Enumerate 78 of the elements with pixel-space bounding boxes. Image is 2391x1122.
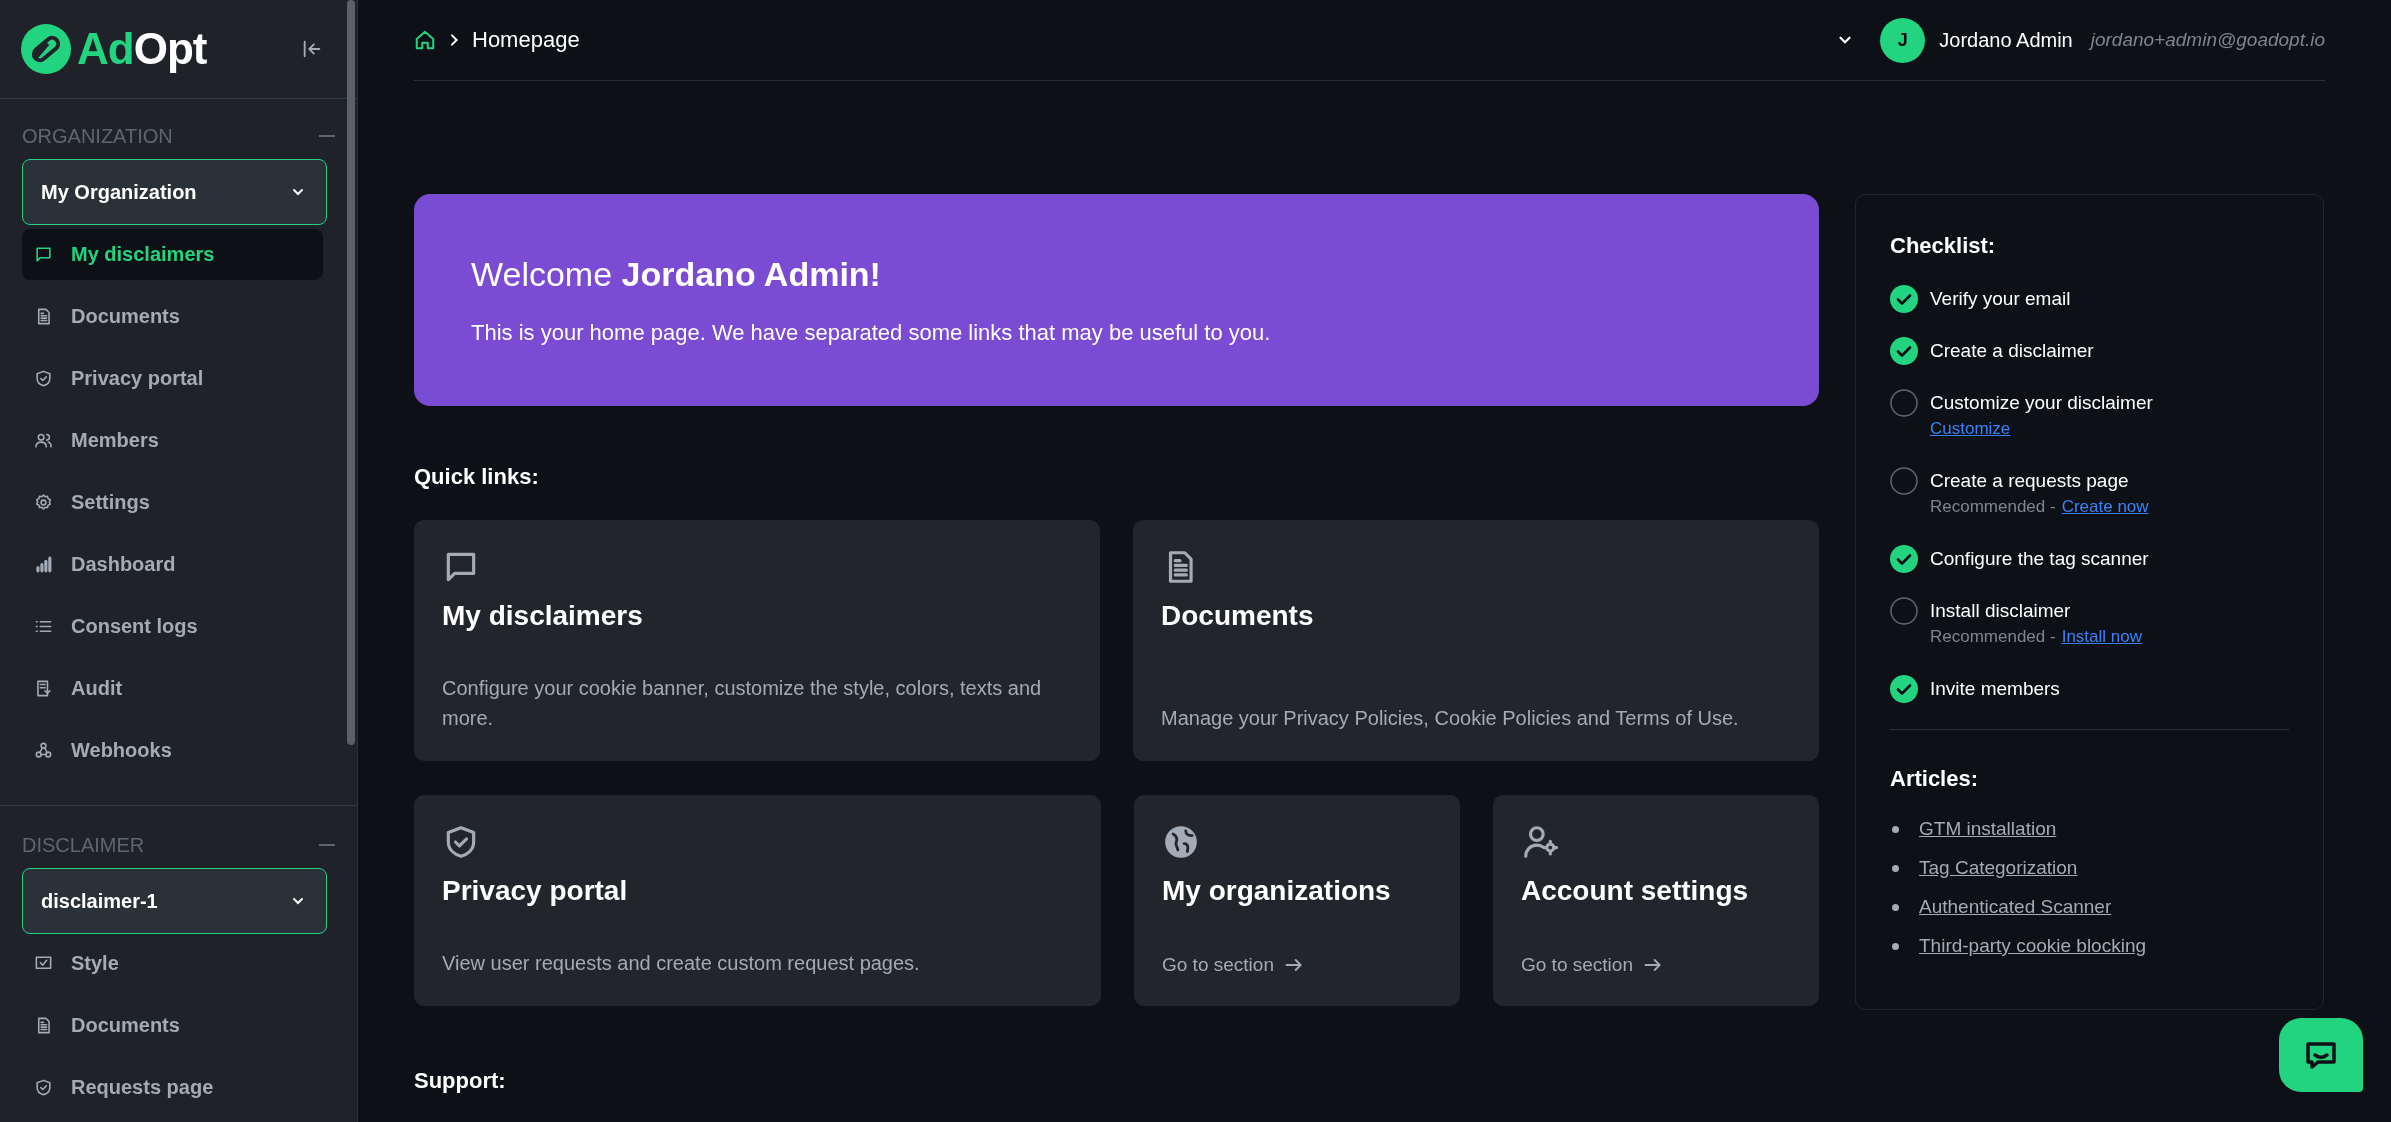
bullet-icon <box>1892 942 1899 950</box>
collapse-sidebar-icon[interactable] <box>301 38 323 60</box>
checklist-link[interactable]: Create now <box>2061 497 2149 517</box>
welcome-text: This is your home page. We have separated some links that may be useful to you. <box>471 320 1272 346</box>
user-name: Jordano Admin <box>1939 28 2073 52</box>
article-link[interactable]: Tag Categorization <box>1919 857 2078 879</box>
go-to-section-link[interactable]: Go to section <box>1162 954 1304 978</box>
logo-text: AdOpt <box>77 24 207 74</box>
user-email: jordano+admin@goadopt.io <box>2090 29 2325 51</box>
section-heading: Support: <box>414 1068 507 1094</box>
article-link[interactable]: Authenticated Scanner <box>1919 896 2112 918</box>
sidebar-item[interactable]: Style <box>22 938 323 989</box>
checklist-item: Invite members <box>1930 677 2060 701</box>
sidebar-item[interactable]: Dashboard <box>22 539 323 590</box>
checklist-item: Customize your disclaimer <box>1930 391 2153 415</box>
logo-icon <box>21 24 71 74</box>
card-title: My organizations <box>1162 875 1392 907</box>
checklist-item: Create a disclaimer <box>1930 339 2094 363</box>
users-icon <box>34 431 53 450</box>
recommended-note: Recommended - <box>1930 627 2056 647</box>
link-card[interactable]: Documents Manage your Privacy Policies, Cookie Policies and Terms of Use. <box>1133 520 1819 761</box>
card-title: Account settings <box>1521 875 1750 907</box>
checklist-link[interactable]: Customize <box>1930 419 2011 439</box>
globe-icon <box>1162 823 1200 861</box>
gear-icon <box>34 493 53 512</box>
card-title: Documents <box>1161 600 1315 632</box>
card-title: My disclaimers <box>442 600 644 632</box>
checklist-item: Configure the tag scanner <box>1930 547 2149 571</box>
report-icon <box>34 679 53 698</box>
link-card[interactable]: My organizations Go to section <box>1134 795 1460 1006</box>
home-icon[interactable] <box>414 29 436 51</box>
bar-chart-icon <box>34 555 53 574</box>
recommended-note: Recommended - <box>1930 497 2056 517</box>
sidebar-item[interactable]: Requests page <box>22 1062 323 1113</box>
card-title: Privacy portal <box>442 875 629 907</box>
sidebar-item[interactable]: Webhooks <box>22 725 323 776</box>
checklist-item: Install disclaimer <box>1930 599 2072 623</box>
sidebar-item[interactable]: Privacy portal <box>22 353 323 404</box>
sidebar-item[interactable]: Settings <box>22 477 323 528</box>
webhook-icon <box>34 741 53 760</box>
breadcrumb-current: Homepage <box>472 27 580 53</box>
bullet-icon <box>1892 825 1899 833</box>
card-description: Configure your cookie banner, customize the style, colors, texts and more. <box>442 676 1042 731</box>
section-title: ORGANIZATION <box>22 124 173 148</box>
shield-check-icon <box>34 1078 53 1097</box>
panel-heading: Articles: <box>1890 766 1980 792</box>
link-card[interactable]: Privacy portal View user requests and create custom request pages. <box>414 795 1101 1006</box>
shield-check-icon <box>34 369 53 388</box>
checklist-item: Create a requests page <box>1930 469 2130 493</box>
checklist-link[interactable]: Install now <box>2061 627 2142 647</box>
sidebar-item[interactable]: Documents <box>22 291 323 342</box>
card-description: View user requests and create custom request pages. <box>442 951 921 976</box>
article-link[interactable]: GTM installation <box>1919 818 2057 840</box>
checklist-item: Verify your email <box>1930 287 2071 311</box>
bullet-icon <box>1892 903 1899 911</box>
select-dropdown[interactable]: My Organization <box>22 159 327 225</box>
section-heading: Quick links: <box>414 464 540 490</box>
welcome-title: Welcome Jordano Admin! <box>471 255 882 294</box>
chat-icon <box>34 245 53 264</box>
chat-button[interactable] <box>2279 1018 2363 1092</box>
link-card[interactable]: My disclaimers Configure your cookie banner, customize the style, colors, texts and more. <box>414 520 1100 761</box>
sidebar-item[interactable]: Documents <box>22 1000 323 1051</box>
sidebar-item[interactable]: My disclaimers <box>22 229 323 280</box>
section-title: DISCLAIMER <box>22 833 145 857</box>
go-to-section-link[interactable]: Go to section <box>1521 954 1663 978</box>
article-link[interactable]: Third-party cookie blocking <box>1919 935 2147 957</box>
scrollbar-thumb[interactable] <box>347 0 355 745</box>
chat-bubble-icon <box>2304 1040 2338 1070</box>
link-card[interactable]: Account settings Go to section <box>1493 795 1819 1006</box>
select-dropdown[interactable]: disclaimer-1 <box>22 868 327 934</box>
bullet-icon <box>1892 864 1899 872</box>
card-description: Manage your Privacy Policies, Cookie Policies and Terms of Use. <box>1161 706 1740 731</box>
sidebar-item[interactable]: Consent logs <box>22 601 323 652</box>
user-avatar[interactable]: J <box>1880 17 1926 63</box>
panel-heading: Checklist: <box>1890 233 1997 259</box>
sidebar-item[interactable]: Audit <box>22 663 323 714</box>
sidebar-item[interactable]: Members <box>22 415 323 466</box>
user-gear-icon <box>1521 823 1559 861</box>
